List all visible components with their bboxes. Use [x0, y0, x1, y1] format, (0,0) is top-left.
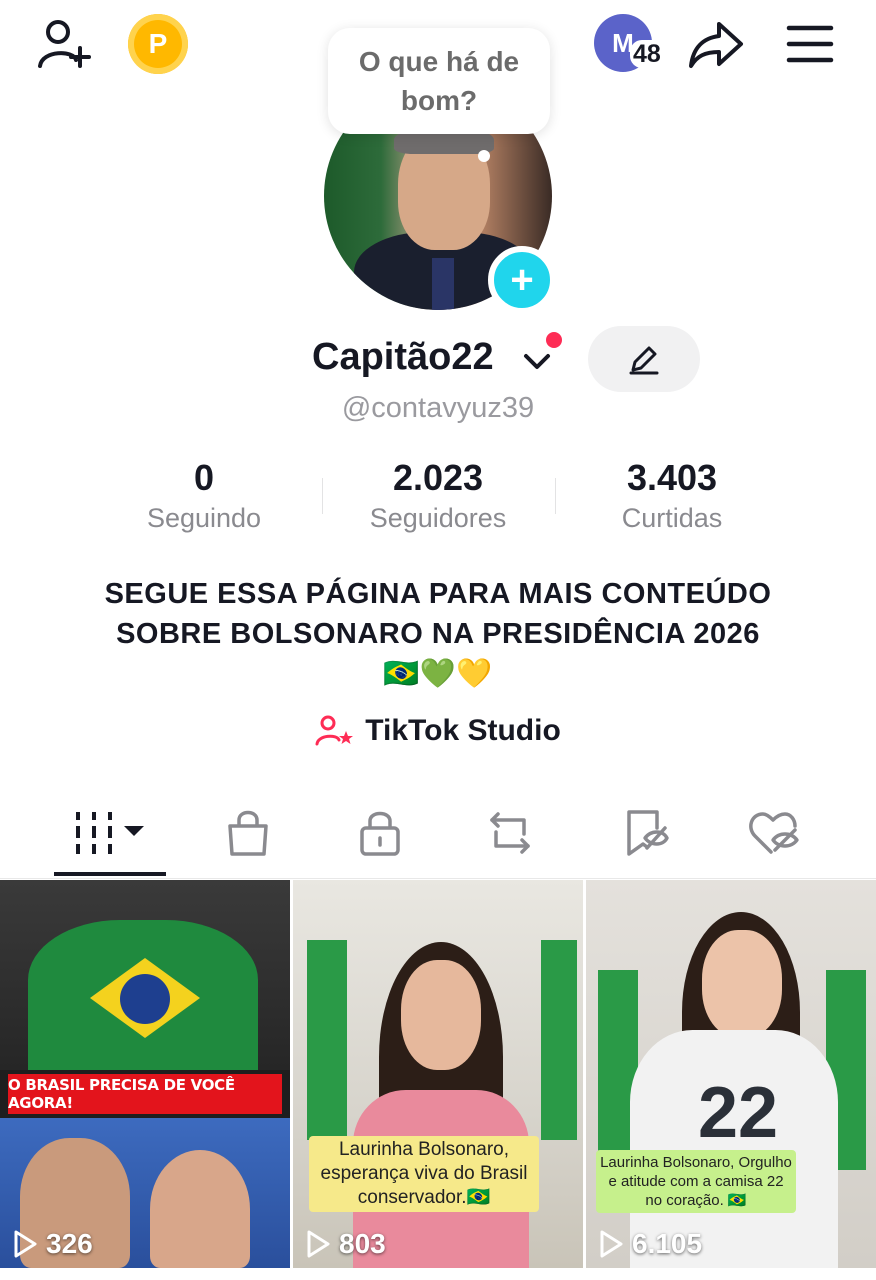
stat-label: Seguidores [369, 503, 507, 533]
view-count-value: 326 [46, 1228, 93, 1259]
video-banner: O BRASIL PRECISA DE VOCÊ AGORA! [8, 1074, 282, 1114]
video-thumbnail[interactable]: O BRASIL PRECISA DE VOCÊ AGORA! 326 [0, 880, 290, 1268]
flag-globe [120, 974, 170, 1024]
stat-following[interactable]: 0 Seguindo [84, 456, 324, 536]
play-icon [600, 1230, 623, 1258]
username[interactable]: Capitão22 [312, 336, 494, 379]
username-row: Capitão22 [0, 326, 876, 392]
tab-shop[interactable] [198, 798, 298, 868]
profile-tabs [0, 798, 876, 878]
thumb-flag [307, 940, 347, 1140]
stat-followers[interactable]: 2.023 Seguidores [318, 456, 558, 536]
view-count-value: 6.105 [632, 1228, 703, 1259]
pencil-icon [629, 346, 659, 375]
photo-tie [432, 258, 454, 310]
video-caption: Laurinha Bolsonaro, esperança viva do Br… [309, 1136, 539, 1212]
video-caption: Laurinha Bolsonaro, Orgulho e atitude co… [596, 1150, 796, 1213]
stat-value: 0 [193, 457, 215, 498]
profile-bio: SEGUE ESSA PÁGINA PARA MAIS CONTEÚDO SOB… [104, 578, 772, 690]
notification-badge: 48 [630, 40, 664, 68]
stat-label: Seguindo [146, 503, 262, 533]
studio-label: TikTok Studio [365, 714, 561, 747]
add-friend-icon[interactable] [32, 14, 96, 74]
bookmark-hidden-icon [627, 810, 669, 856]
video-thumbnail[interactable]: Laurinha Bolsonaro, esperança viva do Br… [293, 880, 583, 1268]
play-icon [307, 1230, 330, 1258]
repost-icon [490, 812, 530, 854]
tab-videos[interactable] [54, 798, 166, 868]
thumb-person [150, 1150, 250, 1268]
tab-private[interactable] [330, 798, 430, 868]
thumb-flag [541, 940, 577, 1140]
video-grid: O BRASIL PRECISA DE VOCÊ AGORA! 326 Laur… [0, 880, 876, 1280]
tabs-divider [0, 878, 876, 879]
play-icon [14, 1230, 37, 1258]
chevron-down-icon[interactable] [520, 346, 554, 376]
coin-icon[interactable]: P [128, 14, 188, 74]
notification-dot [546, 332, 562, 348]
stat-label: Curtidas [621, 503, 723, 533]
tab-liked[interactable] [724, 798, 824, 868]
stat-likes[interactable]: 3.403 Curtidas [552, 456, 792, 536]
view-count: 803 [305, 1228, 386, 1260]
edit-profile-button[interactable] [588, 326, 700, 392]
plus-icon: + [510, 257, 534, 302]
stat-value: 2.023 [392, 457, 484, 498]
tab-favorites[interactable] [596, 798, 696, 868]
shirt-number: 22 [697, 1073, 779, 1153]
thumb-face [702, 930, 782, 1038]
lock-icon [360, 811, 400, 856]
status-bubble[interactable]: O que há de bom? [328, 28, 550, 134]
video-thumbnail[interactable]: 22 Laurinha Bolsonaro, Orgulho e atitude… [586, 880, 876, 1268]
view-count-value: 803 [339, 1228, 386, 1259]
tab-indicator [54, 872, 166, 876]
shopping-bag-icon [228, 810, 268, 856]
share-icon[interactable] [684, 14, 748, 74]
coin-letter: P [148, 28, 168, 59]
tiktok-studio-link[interactable]: TikTok Studio [0, 714, 876, 748]
menu-icon[interactable] [782, 18, 838, 70]
add-story-button[interactable]: + [488, 246, 556, 314]
user-handle: @contavyuz39 [341, 392, 535, 424]
heart-hidden-icon [749, 812, 799, 854]
stat-value: 3.403 [626, 457, 718, 498]
grid-bars-icon [76, 812, 144, 854]
studio-icon [315, 715, 354, 746]
view-count: 326 [12, 1228, 93, 1260]
tab-reposts[interactable] [460, 798, 560, 868]
thumb-face [401, 960, 481, 1070]
view-count: 6.105 [598, 1228, 702, 1260]
bubble-pointer [478, 150, 490, 162]
